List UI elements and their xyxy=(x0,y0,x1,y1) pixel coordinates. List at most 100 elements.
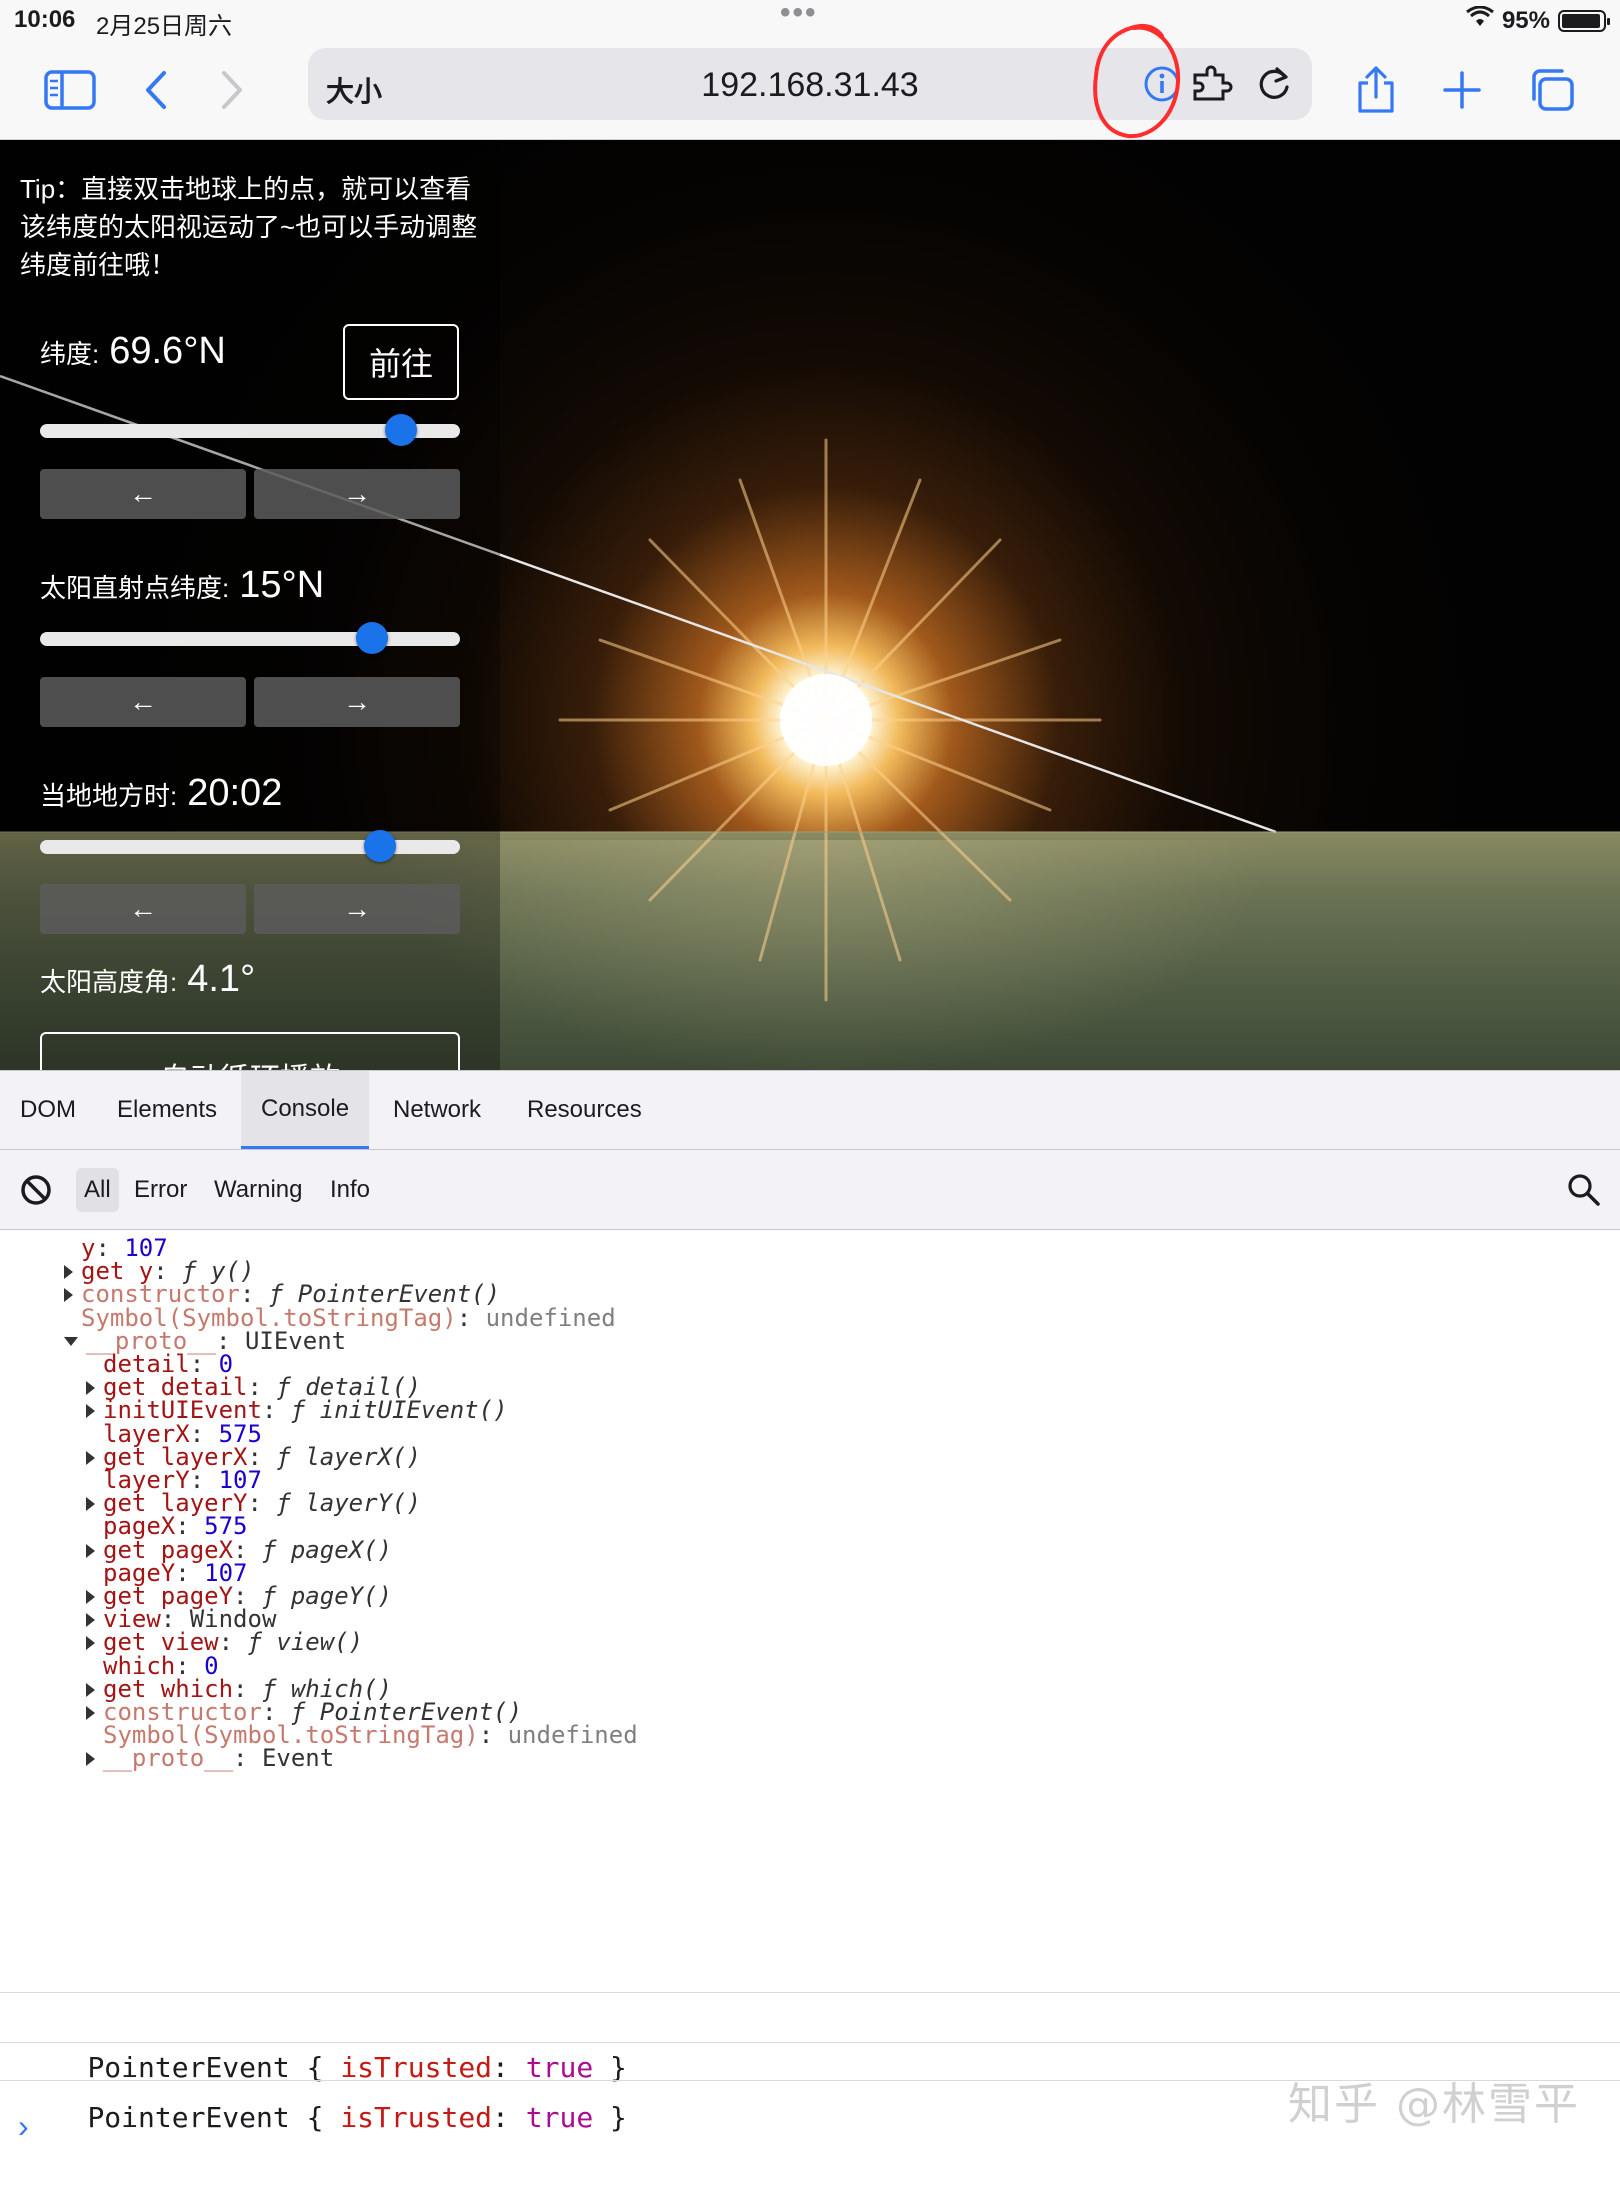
disclosure-triangle-icon[interactable] xyxy=(86,1752,95,1767)
disclosure-triangle-icon[interactable] xyxy=(86,1590,95,1604)
disclosure-triangle-icon[interactable] xyxy=(86,1404,95,1419)
share-icon[interactable] xyxy=(1344,58,1408,122)
sun-latitude-decrease-button[interactable]: ← xyxy=(40,677,246,727)
tip-text: Tip：直接双击地球上的点，就可以查看该纬度的太阳视运动了~也可以手动调整纬度前… xyxy=(20,174,478,280)
tree-colon: : xyxy=(261,1396,291,1425)
sun-latitude-increase-button[interactable]: → xyxy=(254,677,460,727)
status-bar: 10:06 2月25日周六 ••• 95% xyxy=(0,0,1620,40)
tree-value: ƒ layerX() xyxy=(276,1442,421,1471)
tab-elements[interactable]: Elements xyxy=(97,1071,237,1149)
wifi-icon xyxy=(1466,5,1494,35)
disclosure-triangle-icon[interactable] xyxy=(64,1288,73,1303)
sidebar-icon[interactable] xyxy=(38,58,102,122)
disclosure-triangle-icon[interactable] xyxy=(86,1636,95,1651)
tree-value: ƒ view() xyxy=(247,1628,364,1657)
sun-core xyxy=(780,674,872,766)
tab-network[interactable]: Network xyxy=(373,1071,501,1149)
local-time-row: 当地地方时: 20:02 xyxy=(40,772,282,815)
tree-value: ƒ pageY() xyxy=(261,1582,392,1610)
tree-colon: : xyxy=(218,1628,248,1657)
log-value: true xyxy=(525,2101,594,2134)
battery-fill xyxy=(1562,13,1600,28)
disclosure-triangle-icon[interactable] xyxy=(86,1682,95,1697)
tree-colon: : xyxy=(456,1303,486,1332)
console-output: y: 107 get y: ƒ y() constructor: ƒ Pointer… xyxy=(0,1230,1620,2160)
latitude-slider-knob[interactable] xyxy=(385,414,418,446)
console-prompt[interactable]: › xyxy=(18,2108,29,2145)
tab-dom[interactable]: DOM xyxy=(0,1071,96,1149)
battery-icon xyxy=(1558,9,1610,32)
tree-colon: : xyxy=(247,1489,277,1518)
sun-latitude-value: 15°N xyxy=(239,564,325,606)
tree-value: undefined xyxy=(507,1721,638,1750)
filter-all[interactable]: All xyxy=(76,1168,119,1212)
latitude-increase-button[interactable]: → xyxy=(254,469,460,519)
tree-value: ƒ pageX() xyxy=(261,1535,392,1564)
local-time-increase-button[interactable]: → xyxy=(254,884,460,934)
chevron-left-icon[interactable] xyxy=(124,58,188,122)
log-key: isTrusted xyxy=(340,2101,493,2134)
disclosure-triangle-icon[interactable] xyxy=(86,1706,95,1720)
tree-row[interactable]: __proto__: Event xyxy=(86,1742,334,1774)
disclosure-triangle-icon[interactable] xyxy=(86,1613,95,1628)
disclosure-triangle-icon[interactable] xyxy=(86,1497,95,1512)
sun-latitude-row: 太阳直射点纬度: 15°N xyxy=(40,564,324,607)
sun-latitude-slider[interactable] xyxy=(40,622,460,654)
console-log-row[interactable]: PointerEvent { isTrusted: true } xyxy=(0,1992,1620,2084)
filter-error[interactable]: Error xyxy=(126,1168,195,1212)
local-time-label: 当地地方时: xyxy=(40,781,178,811)
tree-value: undefined xyxy=(485,1303,616,1332)
disclosure-triangle-icon[interactable] xyxy=(86,1543,95,1558)
disclosure-triangle-icon[interactable] xyxy=(86,1450,95,1465)
goto-button[interactable]: 前往 xyxy=(343,324,459,400)
disclosure-triangle-icon[interactable] xyxy=(64,1265,73,1280)
latitude-row: 纬度: 69.6°N xyxy=(40,330,226,373)
latitude-label: 纬度: xyxy=(40,339,100,369)
search-icon[interactable] xyxy=(1566,1172,1602,1213)
latitude-decrease-button[interactable]: ← xyxy=(40,469,246,519)
address-bar[interactable]: 大小 192.168.31.43 xyxy=(308,23,1312,139)
reload-icon[interactable] xyxy=(1252,62,1296,106)
local-time-slider-knob[interactable] xyxy=(364,830,397,862)
log-colon: : xyxy=(492,2101,526,2134)
local-time-slider[interactable] xyxy=(40,830,460,862)
tabs-icon[interactable] xyxy=(1520,58,1584,122)
chevron-right-icon[interactable] xyxy=(200,58,264,122)
tree-colon: : xyxy=(233,1744,262,1773)
tab-console[interactable]: Console xyxy=(241,1071,370,1149)
clear-console-icon[interactable] xyxy=(20,1174,52,1211)
tree-value: ƒ layerY() xyxy=(276,1489,421,1518)
tab-resources[interactable]: Resources xyxy=(507,1071,662,1149)
red-circle-annotation xyxy=(1093,23,1181,139)
plus-icon[interactable] xyxy=(1430,58,1494,122)
latitude-slider[interactable] xyxy=(40,414,460,446)
tree-value: Event xyxy=(261,1744,335,1773)
tree-key: __proto__ xyxy=(103,1744,234,1773)
log-brace-close: } xyxy=(593,2101,627,2134)
status-right: 95% xyxy=(1466,5,1610,35)
log-brace-open: { xyxy=(289,2101,341,2134)
sun-altitude-label: 太阳高度角: xyxy=(40,967,178,997)
status-time: 10:06 xyxy=(14,6,76,33)
sun-latitude-slider-knob[interactable] xyxy=(355,622,388,654)
browser-toolbar: 大小 192.168.31.43 xyxy=(0,23,1620,140)
disclosure-triangle-icon[interactable] xyxy=(86,1381,95,1396)
tree-colon: : xyxy=(478,1721,508,1750)
web-page: Tip：直接双击地球上的点，就可以查看该纬度的太阳视运动了~也可以手动调整纬度前… xyxy=(0,140,1620,1070)
filter-warning[interactable]: Warning xyxy=(206,1168,310,1212)
log-name: PointerEvent xyxy=(87,2101,290,2134)
local-time-decrease-button[interactable]: ← xyxy=(40,884,246,934)
watermark: 知乎 @林雪平 xyxy=(1288,2079,1580,2130)
sun-latitude-label: 太阳直射点纬度: xyxy=(40,573,230,603)
sun-altitude-row: 太阳高度角: 4.1° xyxy=(40,958,255,1001)
disclosure-triangle-icon[interactable] xyxy=(64,1337,78,1347)
multitasking-dots[interactable]: ••• xyxy=(780,0,818,30)
devtools-tab-bar: DOM Elements Console Network Resources xyxy=(0,1070,1620,1150)
filter-info[interactable]: Info xyxy=(322,1168,378,1212)
autoplay-button[interactable]: 自动循环播放 xyxy=(40,1032,460,1070)
sun-altitude-value: 4.1° xyxy=(187,958,256,1000)
local-time-value: 20:02 xyxy=(187,772,283,814)
puzzle-icon[interactable] xyxy=(1190,62,1234,106)
status-date: 2月25日周六 xyxy=(96,13,233,40)
console-filter-bar: All Error Warning Info xyxy=(0,1150,1620,1230)
